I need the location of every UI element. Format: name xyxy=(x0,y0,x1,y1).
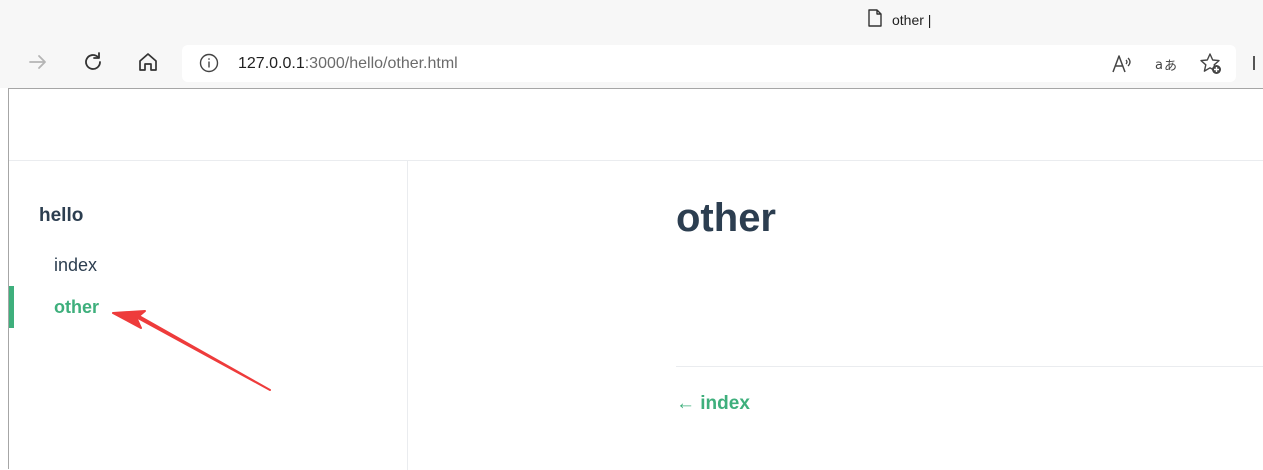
annotation-arrow xyxy=(112,310,271,391)
